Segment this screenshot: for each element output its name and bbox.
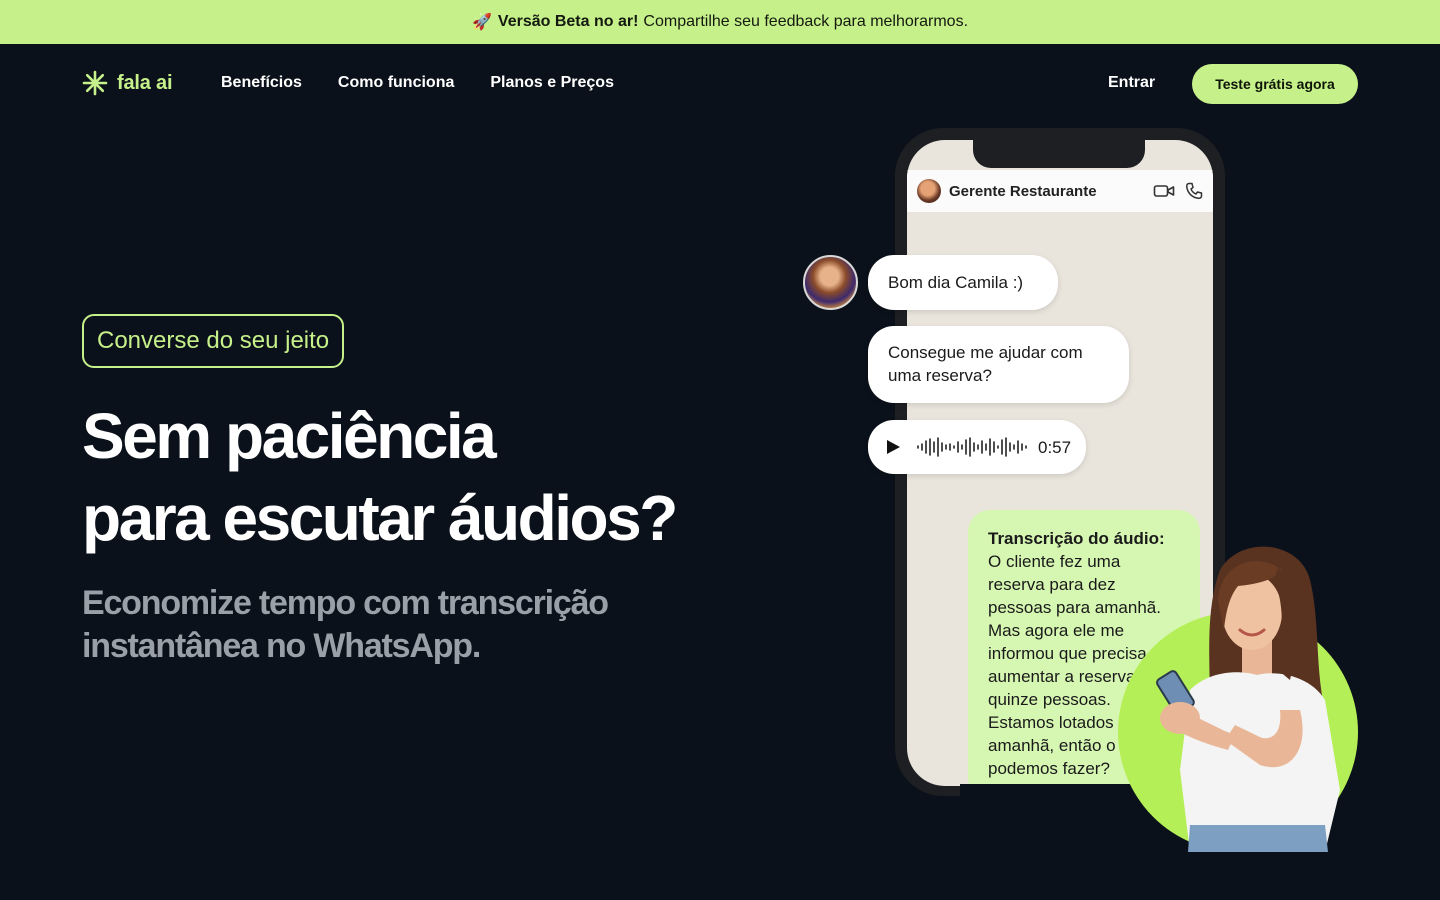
audio-duration: 0:57	[1038, 437, 1072, 457]
phone-call-icon	[1185, 182, 1203, 200]
nav-links: Benefícios Como funciona Planos e Preços	[221, 74, 614, 92]
sub-line-1: Economize tempo com transcrição	[82, 584, 609, 622]
contact-name: Gerente Restaurante	[949, 182, 1097, 200]
tagline-pill: Converse do seu jeito	[82, 314, 345, 368]
nav-link-beneficios[interactable]: Benefícios	[221, 74, 302, 92]
headline-line-1: Sem paciência	[82, 400, 497, 472]
headline-line-2: para escutar áudios?	[82, 482, 678, 554]
phone-notch	[973, 140, 1145, 168]
video-call-icon	[1153, 185, 1175, 197]
rocket-icon: 🚀	[471, 14, 492, 31]
woman-with-phone-image	[1156, 546, 1340, 852]
beta-banner: 🚀 Versão Beta no ar! Compartilhe seu fee…	[0, 0, 1440, 44]
login-link[interactable]: Entrar	[1108, 74, 1155, 92]
play-icon[interactable]	[884, 438, 902, 456]
chat-message-2: Consegue me ajudar com uma reserva?	[868, 326, 1129, 403]
contact-avatar	[917, 179, 941, 203]
hero-subheadline: Economize tempo com transcrição instantâ…	[82, 582, 609, 668]
logo[interactable]: fala ai	[82, 70, 173, 96]
nav-link-planos[interactable]: Planos e Preços	[490, 74, 614, 92]
banner-strong: Versão Beta no ar!	[497, 13, 639, 30]
sender-avatar	[803, 255, 858, 310]
hero-headline: Sem paciência para escutar áudios?	[82, 395, 678, 559]
free-trial-button[interactable]: Teste grátis agora	[1192, 64, 1358, 104]
chat-message-1: Bom dia Camila :)	[868, 255, 1058, 310]
chat-header: Gerente Restaurante	[907, 170, 1213, 212]
asterisk-logo-icon	[82, 70, 108, 96]
logo-text: fala ai	[117, 71, 173, 94]
banner-text: Compartilhe seu feedback para melhorarmo…	[643, 13, 969, 30]
nav-link-como-funciona[interactable]: Como funciona	[338, 74, 454, 92]
top-nav: fala ai Benefícios Como funciona Planos …	[0, 44, 1440, 124]
sub-line-2: instantânea no WhatsApp.	[82, 627, 481, 665]
audio-message: 0:57	[868, 420, 1086, 474]
audio-waveform-icon	[917, 437, 1027, 457]
